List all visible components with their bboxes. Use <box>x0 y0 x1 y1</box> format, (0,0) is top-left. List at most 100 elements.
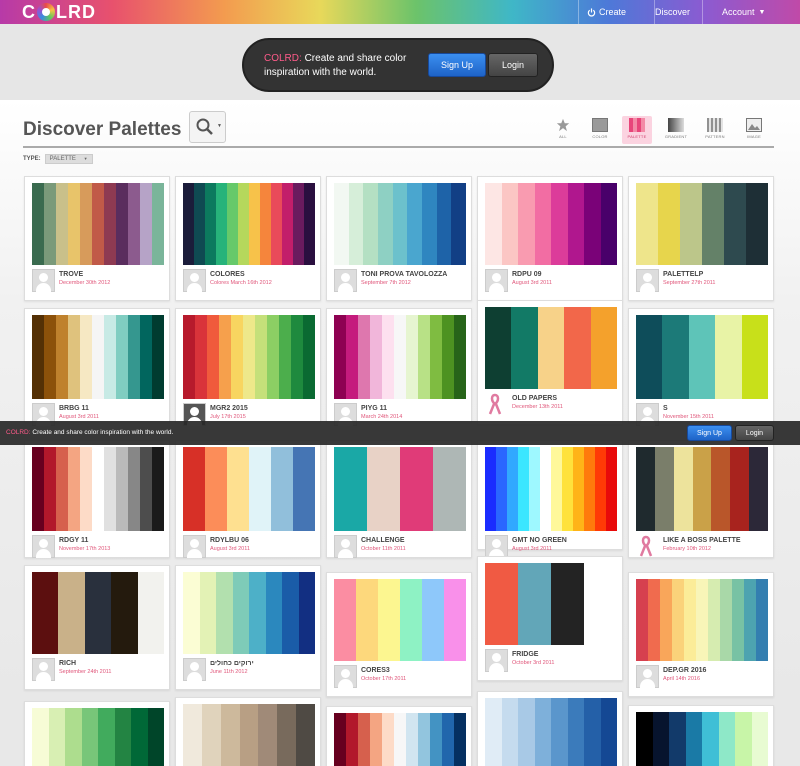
filter-palette[interactable]: PALETTE <box>622 116 652 144</box>
palette-swatches[interactable] <box>183 183 315 265</box>
palette-card[interactable] <box>24 701 170 766</box>
palette-card[interactable]: PALETTELP September 27th 2011 <box>628 176 774 301</box>
filter-image[interactable]: IMAGE <box>739 116 769 146</box>
palette-name[interactable]: RICH <box>59 660 167 667</box>
palette-swatches[interactable] <box>183 572 315 654</box>
avatar[interactable] <box>334 269 357 292</box>
palette-swatches[interactable] <box>636 315 769 399</box>
avatar[interactable] <box>334 665 357 688</box>
palette-card[interactable]: DEP.GR 2016 April 14th 2016 <box>628 572 774 697</box>
palette-card[interactable]: S November 15th 2011 <box>628 308 774 426</box>
palette-swatches[interactable] <box>636 579 768 661</box>
filter-all[interactable]: ALL <box>548 116 578 146</box>
palette-swatches[interactable] <box>334 579 466 661</box>
palette-card[interactable]: TROVE December 30th 2012 <box>24 176 170 301</box>
palette-swatches[interactable] <box>32 183 164 265</box>
palette-card[interactable]: CHALLENGE October 11th 2011 <box>326 440 472 558</box>
palette-name[interactable]: RDPU 09 <box>512 271 620 278</box>
avatar[interactable] <box>183 658 206 681</box>
palette-card[interactable] <box>477 691 623 766</box>
palette-card[interactable] <box>628 705 774 766</box>
sticky-login-button[interactable]: Login <box>735 425 774 441</box>
sticky-signup-button[interactable]: Sign Up <box>687 425 732 441</box>
palette-name[interactable]: RDYLBU 06 <box>210 537 318 544</box>
avatar[interactable] <box>334 535 357 558</box>
palette-name[interactable]: BRBG 11 <box>59 405 167 412</box>
palette-card[interactable]: FRIDGE October 3rd 2011 <box>477 556 623 681</box>
palette-card[interactable] <box>175 697 321 766</box>
palette-card[interactable]: LIKE A BOSS PALETTE February 10th 2012 <box>628 440 774 558</box>
palette-card[interactable]: ירוקים כחולים June 11th 2012 <box>175 565 321 690</box>
avatar[interactable] <box>32 269 55 292</box>
palette-swatches[interactable] <box>636 712 768 766</box>
signup-button[interactable]: Sign Up <box>428 53 486 77</box>
palette-name[interactable]: RDGY 11 <box>59 537 167 544</box>
avatar[interactable] <box>636 269 659 292</box>
avatar[interactable] <box>485 535 508 558</box>
palette-card[interactable]: RICH September 24th 2011 <box>24 565 170 690</box>
palette-swatches[interactable] <box>183 704 316 766</box>
palette-name[interactable]: PALETTELP <box>663 271 771 278</box>
palette-card[interactable]: TONI PROVA TAVOLOZZA September 7th 2012 <box>326 176 472 301</box>
palette-name[interactable]: COLORES <box>210 271 318 278</box>
palette-card[interactable]: BRBG 11 August 3rd 2011 <box>24 308 170 426</box>
avatar[interactable] <box>32 658 55 681</box>
palette-swatches[interactable] <box>32 315 164 399</box>
nav-create[interactable]: Create <box>578 0 638 24</box>
colrd-logo[interactable]: C LRD <box>22 2 96 22</box>
palette-name[interactable]: TONI PROVA TAVOLOZZA <box>361 271 469 278</box>
palette-name[interactable]: CORES3 <box>361 667 469 674</box>
palette-card[interactable]: COLORES Colores March 16th 2012 <box>175 176 321 301</box>
palette-name[interactable]: ירוקים כחולים <box>210 660 318 667</box>
palette-card[interactable]: CORES3 October 17th 2011 <box>326 572 472 697</box>
palette-swatches[interactable] <box>32 708 164 766</box>
palette-swatches[interactable] <box>485 563 617 645</box>
palette-swatches[interactable] <box>32 572 165 654</box>
search-button[interactable]: ▼ <box>189 111 226 143</box>
palette-swatches[interactable] <box>636 183 768 265</box>
palette-swatches[interactable] <box>636 447 769 531</box>
avatar[interactable] <box>485 269 508 292</box>
filter-gradient[interactable]: GRADIENT <box>661 116 691 146</box>
palette-name[interactable]: LIKE A BOSS PALETTE <box>663 537 771 544</box>
palette-card[interactable]: RDGY 11 November 17th 2013 <box>24 440 170 558</box>
type-select[interactable]: PALETTE ▼ <box>44 154 93 164</box>
palette-swatches[interactable] <box>485 183 617 265</box>
filter-pattern[interactable]: PATTERN <box>700 116 730 146</box>
palette-card[interactable] <box>326 706 472 766</box>
avatar[interactable] <box>183 535 206 558</box>
nav-account[interactable]: Account ▼ <box>722 0 765 24</box>
avatar[interactable] <box>32 535 55 558</box>
palette-name[interactable]: MGR2 2015 <box>210 405 318 412</box>
palette-name[interactable]: TROVE <box>59 271 167 278</box>
palette-swatches[interactable] <box>485 447 617 531</box>
palette-card[interactable]: RDPU 09 August 3rd 2011 <box>477 176 623 301</box>
palette-name[interactable]: S <box>663 405 771 412</box>
palette-name[interactable]: FRIDGE <box>512 651 620 658</box>
palette-swatches[interactable] <box>183 315 315 399</box>
palette-card[interactable]: PIYG 11 March 24th 2014 <box>326 308 472 426</box>
palette-card[interactable]: MGR2 2015 July 17th 2015 <box>175 308 321 426</box>
palette-name[interactable]: CHALLENGE <box>361 537 469 544</box>
palette-swatches[interactable] <box>334 183 467 265</box>
palette-swatches[interactable] <box>485 307 618 389</box>
palette-swatches[interactable] <box>334 315 466 399</box>
palette-swatches[interactable] <box>334 447 466 531</box>
palette-swatches[interactable] <box>183 447 315 531</box>
palette-swatches[interactable] <box>32 447 164 531</box>
palette-swatches[interactable] <box>334 713 466 766</box>
avatar[interactable] <box>485 649 508 672</box>
palette-name[interactable]: OLD PAPERS <box>512 395 620 402</box>
palette-card[interactable]: RDYLBU 06 August 3rd 2011 <box>175 440 321 558</box>
login-button[interactable]: Login <box>488 53 538 77</box>
filter-color[interactable]: COLOR <box>585 116 615 146</box>
avatar[interactable] <box>183 269 206 292</box>
palette-name[interactable]: GMT NO GREEN <box>512 537 620 544</box>
nav-discover[interactable]: Discover <box>654 0 704 24</box>
palette-name[interactable]: PIYG 11 <box>361 405 469 412</box>
palette-card[interactable]: GMT NO GREEN August 3rd 2011 <box>477 440 623 558</box>
palette-card[interactable]: OLD PAPERS December 13th 2011 <box>477 300 623 425</box>
avatar[interactable] <box>636 665 659 688</box>
palette-name[interactable]: DEP.GR 2016 <box>663 667 771 674</box>
palette-swatches[interactable] <box>485 698 617 766</box>
